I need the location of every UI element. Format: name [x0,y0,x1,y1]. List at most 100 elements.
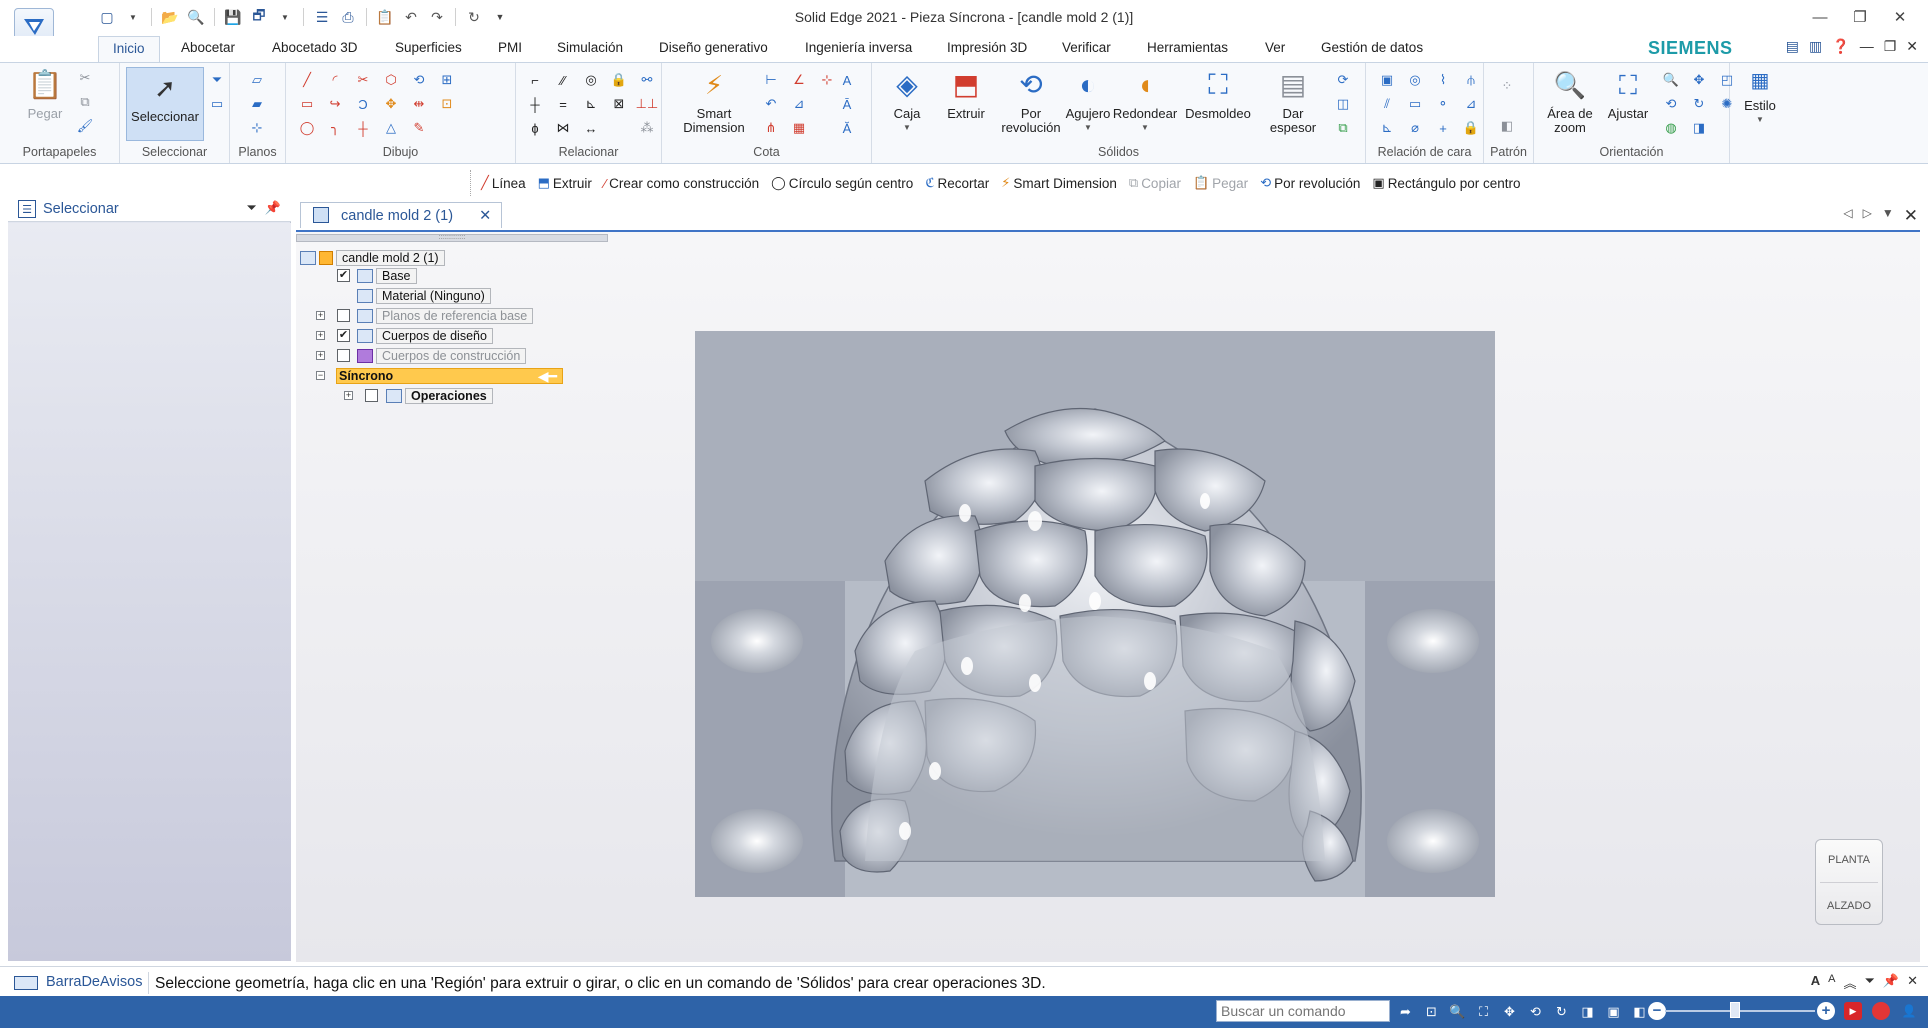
variable-table-icon[interactable]: ▦ [790,119,808,137]
draft-button[interactable]: ⛶ Desmoldeo [1180,67,1256,121]
view-cube-top[interactable]: PLANTA [1816,854,1882,866]
go-arrow-icon[interactable]: ➦ [1396,1002,1415,1021]
offset-face-icon[interactable]: ⚬ [1434,95,1452,113]
close-document-icon[interactable]: ✕ [1904,206,1918,226]
coordinate-system-icon[interactable]: ⊹ [248,119,266,137]
font-larger-icon[interactable]: A [1811,973,1820,992]
circle-icon[interactable]: ◯ [298,119,316,137]
cut-icon[interactable]: ✂ [76,69,94,87]
tree-drag-handle[interactable]: :::::::::::::: [296,234,608,242]
point-icon[interactable]: ┼ [354,119,372,137]
pattern-icon[interactable]: ⟳ [1334,71,1352,89]
offset-icon[interactable]: Ɔ [354,95,372,113]
convert-icon[interactable]: ⊡ [438,95,456,113]
pin-icon[interactable]: 📌 [265,200,281,216]
restore-doc-icon[interactable]: ❐ [1884,38,1897,55]
saved-views-icon[interactable]: ◨ [1690,119,1708,137]
project-icon[interactable]: ⟲ [410,71,428,89]
fit-button[interactable]: ⛶ Ajustar [1600,67,1656,121]
pan-icon[interactable]: ✥ [1690,71,1708,89]
selection-set-icon[interactable]: ▭ [208,95,226,113]
thicken-button[interactable]: ▤ Dar espesor [1256,67,1330,135]
cmd-linea[interactable]: ╱ Línea [481,175,526,191]
cmd-pegar[interactable]: 📋 Pegar [1193,175,1248,191]
symmetry-icon[interactable]: △ [382,119,400,137]
tab-ver[interactable]: Ver [1265,40,1285,55]
model-viewport[interactable] [695,331,1495,897]
parallel-icon[interactable]: ∕∕ [554,71,572,89]
tab-simulacion[interactable]: Simulación [557,40,623,55]
coordinate-dim-icon[interactable]: ⊹ [818,71,836,89]
equal-icon[interactable]: = [554,95,572,113]
tree-cuerpos-diseno[interactable]: Cuerpos de diseño [357,327,493,344]
symmetric-dim-icon[interactable]: ↶ [762,95,780,113]
caja-button[interactable]: ◈ Caja ▼ [882,67,932,135]
tangent-icon[interactable]: ɸ [526,119,544,137]
tab-left-icon[interactable]: ◁ [1843,206,1852,226]
zoom-slider[interactable] [1665,1010,1815,1012]
expand-icon[interactable]: + [344,391,353,400]
spin-icon[interactable]: ↻ [1552,1002,1571,1021]
tab-inicio[interactable]: Inicio [98,36,160,63]
tab-impresion-3d[interactable]: Impresión 3D [947,40,1027,55]
cmd-copiar[interactable]: ⧉ Copiar [1129,175,1181,191]
line-icon[interactable]: ╱ [298,71,316,89]
expand-icon[interactable]: + [316,311,325,320]
tab-gestion-datos[interactable]: Gestión de datos [1321,40,1423,55]
intersect-icon[interactable]: ┼ [526,95,544,113]
mirror-icon[interactable]: ⇹ [410,95,428,113]
close-doc-icon[interactable]: ✕ [1906,38,1918,55]
copy-icon[interactable]: ⧉ [76,93,94,111]
font-smaller-icon[interactable]: A [1828,973,1835,992]
minimize-doc-icon[interactable]: — [1860,38,1874,55]
style-button[interactable]: ▦ Estilo ▼ [1738,67,1782,127]
fillet-icon[interactable]: ╮ [326,119,344,137]
concentric-face-icon[interactable]: ◎ [1406,71,1424,89]
fit-icon[interactable]: ⛶ [1474,1002,1493,1021]
display-icon[interactable]: ◧ [1630,1002,1649,1021]
command-search-input[interactable] [1216,1000,1390,1022]
sphere-icon[interactable]: ◍ [1662,119,1680,137]
expand-icon[interactable]: + [316,351,325,360]
saved-views-icon[interactable]: ◨ [1578,1002,1597,1021]
tab-pmi[interactable]: PMI [498,40,522,55]
boolean-icon[interactable]: ⧉ [1334,119,1352,137]
coplanar-icon[interactable]: ▣ [1378,71,1396,89]
rotate-icon[interactable]: ⟲ [1662,95,1680,113]
collinear-icon[interactable]: ⊠ [610,95,628,113]
cmd-rectangulo[interactable]: ▣ Rectángulo por centro [1372,175,1520,191]
paint-format-icon[interactable]: 🖌 [76,117,94,135]
perpendicular-icon[interactable]: ⊾ [582,95,600,113]
help-icon[interactable]: ❓ [1832,38,1849,55]
zoom-slider-thumb[interactable] [1730,1002,1740,1018]
rectangular-pattern-icon[interactable]: ⁘ [1498,77,1516,95]
close-prompt-icon[interactable]: ✕ [1907,973,1918,992]
text-icon[interactable]: Ā [838,95,856,113]
zoom-icon[interactable]: 🔍 [1662,71,1680,89]
cmd-smart-dimension[interactable]: ⚡ Smart Dimension [1001,175,1117,191]
cuerpos-diseno-checkbox[interactable]: ✔ [337,329,350,342]
smart-dimension-button[interactable]: ⚡ Smart Dimension [674,67,754,135]
extrude-button[interactable]: ⬒ Extruir [936,67,996,121]
zoom-in-button[interactable]: + [1817,1002,1835,1020]
pane-menu-icon[interactable]: ⏷ [1865,973,1875,992]
angle-icon[interactable]: ∠ [790,71,808,89]
chamfer-dim-icon[interactable]: ⊿ [790,95,808,113]
tab-superficies[interactable]: Superficies [395,40,462,55]
tab-diseno-generativo[interactable]: Diseño generativo [659,40,768,55]
spin-icon[interactable]: ↻ [1690,95,1708,113]
cmd-construccion[interactable]: ⁄ Crear como construcción [604,176,759,191]
include-icon[interactable]: ⊞ [438,71,456,89]
cmd-extruir[interactable]: ⬒ Extruir [538,175,592,191]
filter-icon[interactable]: ⏷ [208,71,226,89]
collapse-icon[interactable]: − [316,371,325,380]
annotation-icon[interactable]: A [838,71,856,89]
shading-icon[interactable]: ▣ [1604,1002,1623,1021]
view-cube-front[interactable]: ALZADO [1816,900,1882,912]
concentric-icon[interactable]: ◎ [582,71,600,89]
rigid-face-icon[interactable]: ⊿ [1462,95,1480,113]
plane-offset-icon[interactable]: ▰ [248,95,266,113]
tab-ingenieria-inversa[interactable]: Ingeniería inversa [805,40,912,55]
pin-icon[interactable]: 📌 [1883,973,1899,992]
trim-icon[interactable]: ✂ [354,71,372,89]
